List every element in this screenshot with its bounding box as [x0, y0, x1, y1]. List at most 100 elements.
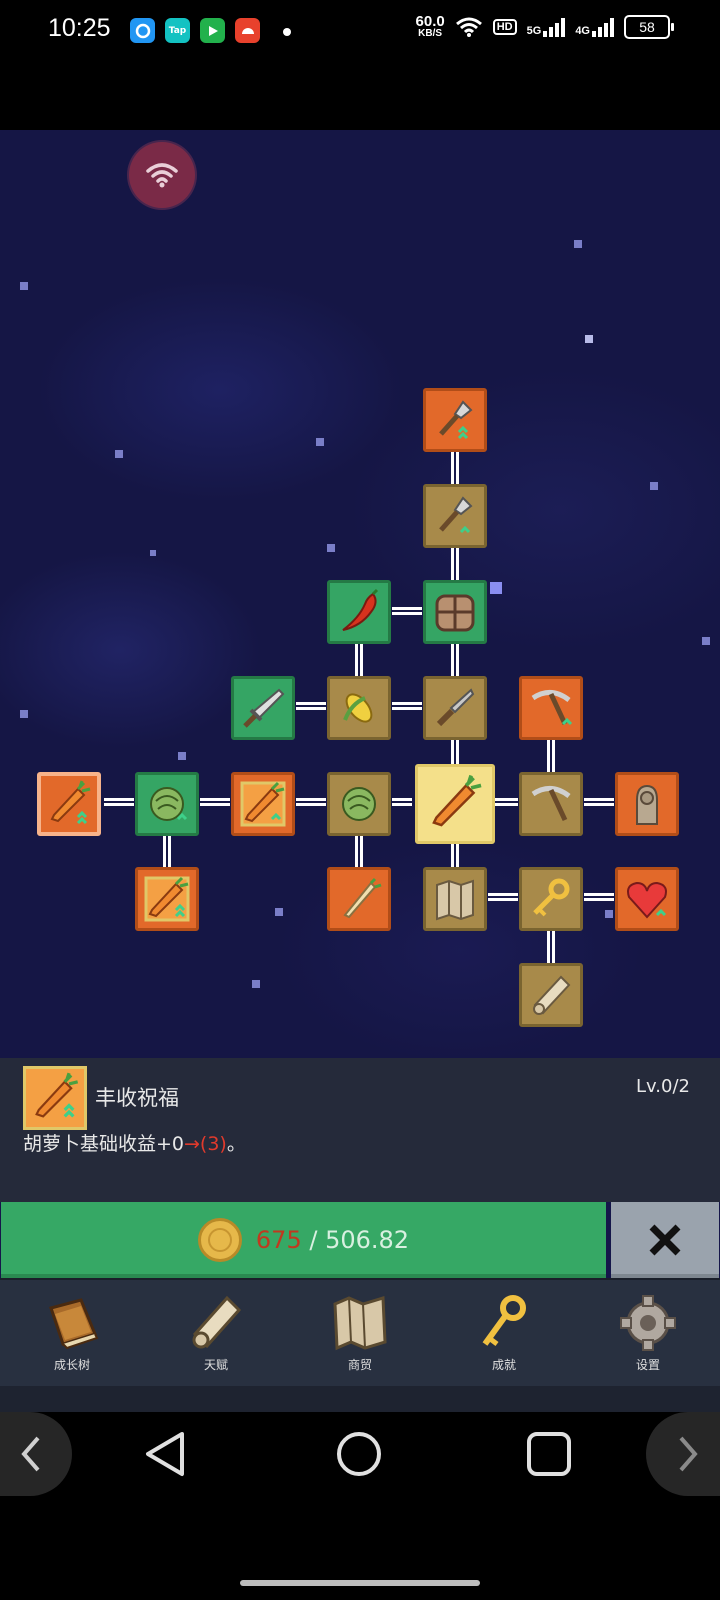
skill-name: 丰收祝福	[95, 1086, 179, 1110]
tree-connector	[451, 548, 459, 580]
tree-connector	[104, 798, 134, 806]
status-indicators: 60.0 KB/S HD 5G 4G 58	[416, 14, 674, 39]
signal-sim1: 5G	[527, 17, 566, 37]
pickaxe-icon	[531, 690, 573, 726]
nav-label: 成长树	[53, 1358, 90, 1372]
skill-description: 胡萝卜基础收益+0→(3)。	[23, 1129, 246, 1156]
skill-node-pickaxe[interactable]	[519, 772, 583, 836]
online-wifi-button[interactable]	[129, 142, 195, 208]
nav-item-settings[interactable]: 设置	[576, 1280, 720, 1388]
notification-dot	[283, 28, 291, 36]
signal-bars-icon	[543, 17, 566, 37]
tree-connector	[547, 931, 555, 963]
net-speed-value: 60.0	[415, 13, 445, 30]
star	[650, 482, 658, 490]
nav-item-talent[interactable]: 天赋	[144, 1280, 288, 1388]
net-speed: 60.0 KB/S	[416, 14, 445, 39]
star	[327, 544, 335, 552]
home-button[interactable]	[335, 1430, 383, 1482]
statue-icon	[636, 784, 658, 825]
app-blue-icon	[130, 18, 155, 43]
system-nav-bar	[0, 1412, 720, 1600]
star	[178, 752, 186, 760]
skill-node-carrot-root[interactable]	[415, 764, 495, 844]
back-button[interactable]	[142, 1430, 190, 1482]
star	[605, 910, 613, 918]
prev-arrow-button[interactable]	[0, 1412, 72, 1496]
corn-icon	[343, 693, 373, 723]
map-icon	[436, 879, 474, 921]
tree-connector	[355, 835, 363, 867]
star	[115, 450, 123, 458]
skill-node-scroll[interactable]	[519, 963, 583, 1027]
bottom-nav: 成长树 天赋 商贸 成就 设置	[0, 1278, 720, 1388]
tree-connector	[451, 842, 459, 868]
home-circle-icon	[337, 1432, 381, 1476]
game-bottom-bar	[0, 1386, 720, 1412]
star	[20, 710, 28, 718]
skill-node-trade-map[interactable]	[423, 867, 487, 931]
skill-node-key[interactable]	[519, 867, 583, 931]
skill-node-carrot-boost[interactable]	[231, 772, 295, 836]
upgrade-cost: 675	[255, 1226, 302, 1254]
tree-connector	[488, 893, 518, 901]
star	[316, 438, 324, 446]
sim2-label: 4G	[575, 24, 590, 37]
skill-node-parsnip[interactable]	[327, 867, 391, 931]
star	[702, 637, 710, 645]
scroll-icon	[533, 975, 571, 1015]
next-arrow-button[interactable]	[646, 1412, 720, 1496]
app-red-icon	[235, 18, 260, 43]
nav-item-achievement[interactable]: 成就	[432, 1280, 576, 1388]
recents-square-icon	[527, 1432, 571, 1476]
key-icon	[470, 1292, 538, 1354]
knife-icon	[436, 688, 475, 727]
skill-node-corn[interactable]	[327, 676, 391, 740]
skill-node-statue[interactable]	[615, 772, 679, 836]
nav-item-trade[interactable]: 商贸	[288, 1280, 432, 1388]
tree-connector	[584, 893, 614, 901]
status-time: 10:25	[48, 14, 111, 42]
star	[490, 582, 502, 594]
skill-node-backpack[interactable]	[423, 580, 487, 644]
battery-icon: 58	[624, 14, 674, 39]
shovel-icon	[439, 400, 473, 440]
price-separator: /	[309, 1226, 318, 1254]
close-button[interactable]	[611, 1202, 719, 1278]
skill-node-cabbage[interactable]	[327, 772, 391, 836]
shovel-icon	[439, 496, 473, 534]
tree-connector	[392, 702, 422, 710]
status-app-icons: Tap	[130, 18, 260, 43]
skill-node-knife[interactable]	[423, 676, 487, 740]
star	[585, 335, 593, 343]
pickaxe-icon	[531, 786, 571, 822]
skill-node-sword[interactable]	[231, 676, 295, 740]
carrot-icon	[35, 1072, 79, 1118]
hd-badge: HD	[492, 18, 517, 35]
close-icon	[649, 1224, 681, 1256]
chevron-right-icon	[679, 1436, 698, 1472]
carrot-icon	[240, 781, 286, 827]
skill-node-chili[interactable]	[327, 580, 391, 644]
taptap-label: Tap	[168, 25, 187, 36]
skill-node-shovel-upgrade[interactable]	[423, 388, 487, 452]
tree-connector	[584, 798, 614, 806]
recents-button[interactable]	[525, 1430, 573, 1482]
skill-node-shovel[interactable]	[423, 484, 487, 548]
tree-connector	[451, 644, 459, 676]
nav-item-growth-tree[interactable]: 成长树	[0, 1280, 144, 1388]
cabbage-icon	[342, 787, 376, 821]
skill-node-heart[interactable]	[615, 867, 679, 931]
backpack-icon	[435, 594, 475, 632]
upgrade-button[interactable]: 675 / 506.82	[1, 1202, 606, 1278]
coin-balance: 506.82	[325, 1226, 410, 1254]
skill-node-cabbage-upgrade[interactable]	[135, 772, 199, 836]
skill-node-pickaxe-upgrade[interactable]	[519, 676, 583, 740]
skill-node-harvest-blessing[interactable]	[135, 867, 199, 931]
skill-node-carrot-max[interactable]	[37, 772, 101, 836]
wifi-icon	[146, 163, 178, 188]
carrot-icon	[50, 780, 91, 825]
home-indicator	[240, 1580, 480, 1586]
nav-label: 天赋	[203, 1358, 228, 1372]
skill-level: Lv.0/2	[636, 1076, 690, 1097]
